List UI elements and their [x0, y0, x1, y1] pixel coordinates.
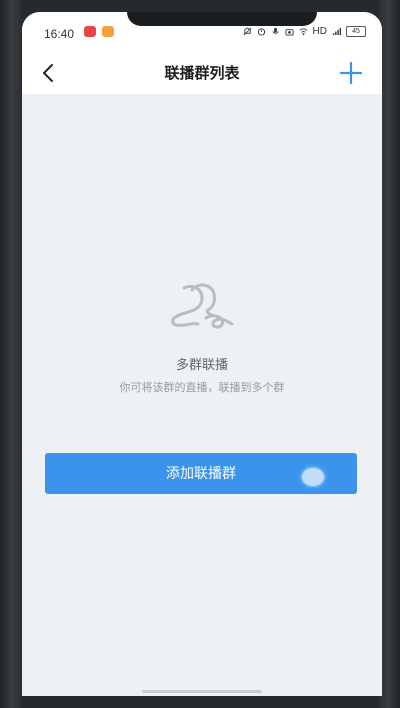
wifi-icon [299, 28, 307, 36]
mic-icon [271, 27, 279, 34]
network-label: HD [312, 26, 327, 37]
alarm-icon [257, 28, 265, 36]
page-title: 联播群列表 [164, 64, 240, 82]
red-app-icon [84, 26, 96, 37]
plus-icon [339, 61, 363, 85]
silent-icon [243, 27, 251, 36]
home-indicator [142, 690, 262, 693]
orange-app-icon [102, 26, 114, 37]
empty-state-title: 多群联播 [175, 358, 228, 373]
nav-bar: 联播群列表 [22, 52, 382, 94]
status-icons: HD 45 [243, 26, 366, 37]
camera-icon [284, 29, 294, 36]
multi-group-icon [171, 283, 234, 329]
signal-icon [332, 27, 341, 36]
add-group-button[interactable] [338, 60, 364, 86]
battery-indicator: 45 [346, 26, 366, 37]
status-time: 16:40 [44, 27, 75, 41]
touch-indicator [302, 468, 324, 486]
empty-state: 多群联播 你可将该群的直播，联播到多个群 [22, 280, 382, 395]
app-screen: 16:40 HD 45 联播群列表 多群联播 你可将该群的直播，联播到多个群 添… [22, 12, 382, 696]
empty-state-description: 你可将该群的直播，联播到多个群 [119, 381, 285, 394]
camera-notch [127, 12, 317, 26]
